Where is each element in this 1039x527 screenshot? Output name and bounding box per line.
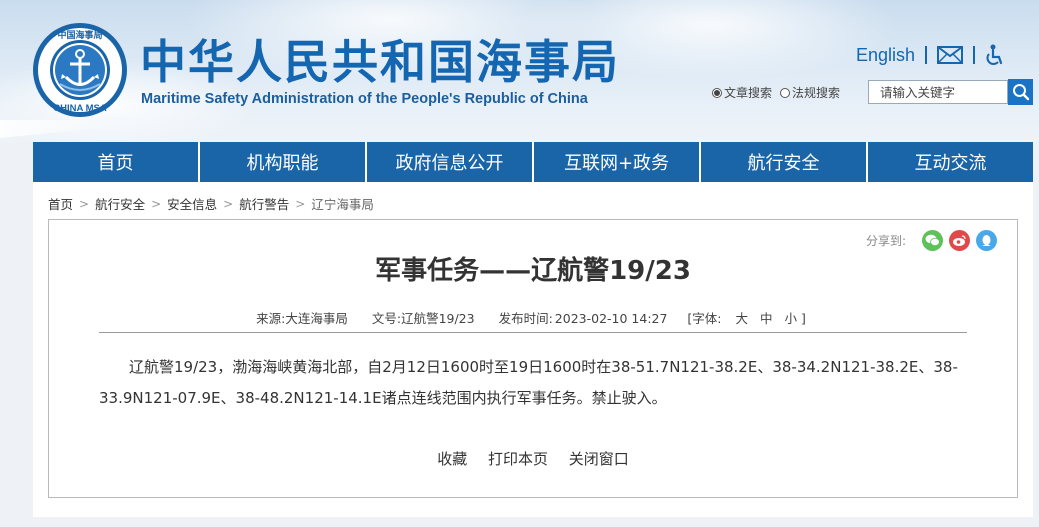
breadcrumb-item[interactable]: 航行安全 [95, 194, 145, 213]
nav-item-home[interactable]: 首页 [33, 142, 200, 182]
nav-item-navigation-safety[interactable]: 航行安全 [701, 142, 868, 182]
top-links: English [856, 42, 1005, 68]
chevron-right-icon: > [223, 196, 234, 211]
search-button[interactable] [1008, 79, 1033, 105]
font-size-label: [字体: [687, 311, 722, 326]
logo-bottom-text: CHINA MSA [53, 103, 107, 114]
font-size-control: [字体: 大 中 小 ] [687, 311, 809, 326]
search-icon [1012, 84, 1029, 101]
source-value: 大连海事局 [285, 311, 348, 326]
site-header: 中国海事局 CHINA MSA 中华人民共和国海事局 Maritime Safe… [0, 0, 1039, 142]
time-label: 发布时间: [498, 311, 553, 326]
site-title[interactable]: 中华人民共和国海事局 [140, 36, 620, 88]
search-options: 文章搜索 法规搜索 [712, 84, 840, 101]
content-area: 首页 > 航行安全 > 安全信息 > 航行警告 > 辽宁海事局 分享到: 军事任… [33, 182, 1033, 517]
radio-article-search[interactable]: 文章搜索 [712, 84, 772, 101]
nav-item-functions[interactable]: 机构职能 [200, 142, 367, 182]
docno-value: 辽航警19/23 [401, 311, 475, 326]
site-subtitle: Maritime Safety Administration of the Pe… [141, 91, 588, 107]
article-panel: 分享到: 军事任务——辽航警19/23 来源:大连海事局 文号:辽航警19/23… [48, 219, 1018, 498]
time-value: 2023-02-10 14:27 [554, 311, 668, 326]
english-link[interactable]: English [856, 45, 915, 66]
accessibility-icon[interactable] [985, 44, 1005, 66]
nav-item-interaction[interactable]: 互动交流 [868, 142, 1033, 182]
close-window-button[interactable]: 关闭窗口 [569, 450, 629, 468]
article-title: 军事任务——辽航警19/23 [375, 256, 691, 286]
nav-item-gov-info[interactable]: 政府信息公开 [367, 142, 534, 182]
font-medium-button[interactable]: 中 [760, 311, 773, 326]
breadcrumb-item[interactable]: 辽宁海事局 [311, 194, 374, 213]
nav-item-internet-gov[interactable]: 互联网+政务 [534, 142, 701, 182]
china-msa-logo[interactable]: 中国海事局 CHINA MSA [32, 22, 128, 118]
mail-icon[interactable] [937, 45, 964, 65]
share-label: 分享到: [865, 234, 906, 248]
source-label: 来源: [256, 311, 286, 326]
radio-dot[interactable] [780, 87, 791, 98]
weibo-icon[interactable] [949, 230, 970, 251]
favorite-button[interactable]: 收藏 [437, 450, 467, 468]
main-nav: 首页 机构职能 政府信息公开 互联网+政务 航行安全 互动交流 [33, 142, 1033, 182]
chevron-right-icon: > [295, 196, 306, 211]
divider [99, 332, 967, 333]
wechat-icon[interactable] [922, 230, 943, 251]
breadcrumb-item[interactable]: 首页 [48, 194, 73, 213]
share-bar: 分享到: [866, 230, 997, 251]
chevron-right-icon: > [151, 196, 162, 211]
docno-label: 文号: [371, 311, 402, 326]
breadcrumb: 首页 > 航行安全 > 安全信息 > 航行警告 > 辽宁海事局 [48, 194, 374, 213]
font-small-button[interactable]: 小 ] [785, 311, 806, 326]
print-button[interactable]: 打印本页 [488, 450, 548, 468]
search-input[interactable] [868, 80, 1008, 104]
logo-top-text: 中国海事局 [57, 29, 102, 41]
font-large-button[interactable]: 大 [736, 311, 749, 326]
radio-article-label: 文章搜索 [724, 86, 773, 100]
article-body: 辽航警19/23，渤海海峡黄海北部，自2月12日1600时至19日1600时在3… [99, 358, 958, 407]
breadcrumb-item[interactable]: 安全信息 [167, 194, 217, 213]
radio-law-label: 法规搜索 [792, 86, 841, 100]
radio-dot[interactable] [712, 87, 722, 98]
separator [973, 46, 976, 64]
chevron-right-icon: > [79, 196, 90, 211]
article-meta: 来源:大连海事局 文号:辽航警19/23 发布时间: 2023-02-10 14:… [49, 308, 1017, 327]
qq-icon[interactable] [976, 230, 997, 251]
article-actions: 收藏 打印本页 关闭窗口 [49, 448, 1017, 469]
breadcrumb-item[interactable]: 航行警告 [239, 194, 289, 213]
radio-law-search[interactable]: 法规搜索 [780, 84, 840, 101]
separator [925, 46, 928, 64]
